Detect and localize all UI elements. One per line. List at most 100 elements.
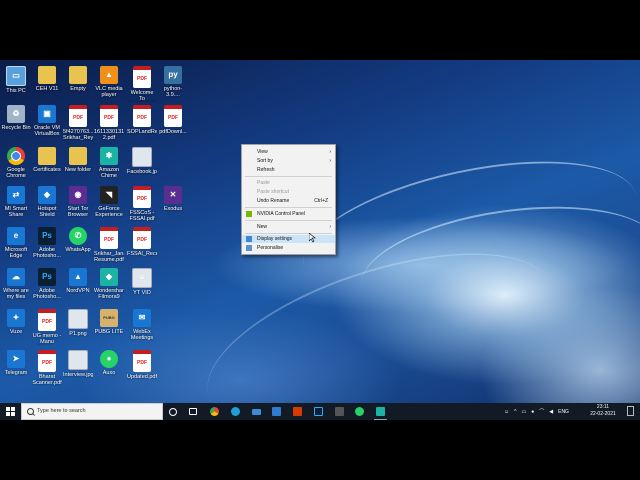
desktop-icon[interactable]: Interview.jpg [63,350,93,378]
volume-icon[interactable]: ◀ [549,409,553,415]
notification-icon[interactable] [627,406,634,416]
image-file-icon [132,147,152,167]
desktop-icon[interactable]: ≡ YT VID [127,268,157,296]
microphone-icon[interactable]: ● [531,409,534,415]
desktop-icon[interactable]: PDF Bharat Scanner.pdf [32,350,62,386]
pdf-file-icon: PDF [38,350,56,372]
webex-icon: ✉ [133,309,151,327]
search-box[interactable]: Type here to search [21,403,163,420]
start-button[interactable] [4,403,16,420]
whatsapp-icon [355,407,364,416]
desktop-icon[interactable]: PDF Welcome To TRANSPORT... [127,66,157,102]
desktop-icon[interactable]: ✉ WebEx Meetings [127,309,157,341]
desktop-icon[interactable]: PDF 1611330131... 2.pdf [94,105,124,141]
search-placeholder: Type here to search [37,408,86,414]
taskbar-chrome[interactable] [208,403,221,420]
menu-item-new[interactable]: New › [242,223,335,231]
menu-item-undo-rename[interactable]: Undo Rename Ctrl+Z [242,197,335,205]
battery-icon[interactable]: ▭ [521,409,526,415]
desktop-icon[interactable]: PDF FSSAI_Recei... [127,227,157,257]
menu-item-display-settings[interactable]: Display settings [242,235,335,243]
language-indicator[interactable]: ENG [558,409,569,415]
desktop-icon[interactable]: ▲ NordVPN [63,268,93,294]
taskbar-whatsapp[interactable] [353,403,366,420]
desktop-icon[interactable]: ◆ Wondershare Filmora9 [94,268,124,300]
image-file-icon [68,309,88,329]
desktop-icon-label: MI Smart Share [4,206,28,218]
desktop-icon[interactable]: Google Chrome [1,147,31,179]
desktop-icon[interactable]: ⇄ MI Smart Share [1,186,31,218]
desktop-icon[interactable]: ▲ VLC media player [94,66,124,98]
desktop-icon[interactable]: PDF Srikhar_Jana Resume.pdf [94,227,124,263]
desktop-icon[interactable]: ✦ Vuze [1,309,31,335]
menu-item-sort-by[interactable]: Sort by › [242,157,335,165]
desktop-icon[interactable]: ◆ Hotspot Shield [32,186,62,218]
desktop-icon[interactable]: PDF Updated.pdf [127,350,157,380]
desktop-icon[interactable]: ▣ Oracle VM VirtualBox [32,105,62,137]
cortana-button[interactable] [167,403,179,420]
desktop-icon[interactable]: PDF FSSCoS - FSSAI.pdf [127,186,157,222]
desktop-icon[interactable]: ✱ Amazon Chime [94,147,124,179]
desktop-icon[interactable]: Ps Adobe Photosho... [32,268,62,300]
desktop-icon[interactable]: ▭ This PC [1,66,31,94]
desktop-icon[interactable]: Facebook.jpg [127,147,157,175]
menu-item-label: Refresh [257,167,275,173]
taskbar-office[interactable] [291,403,304,420]
desktop-icon-label: Recycle Bin [1,125,31,131]
system-clock[interactable]: 23:11 22-02-2021 [588,404,618,418]
virtualbox-icon: ▣ [38,105,56,123]
desktop-icon[interactable]: Empty [63,66,93,92]
network-icon[interactable]: ⌒ [539,408,544,415]
desktop-icon-label: Updated.pdf [127,374,157,380]
taskbar-photoshop[interactable] [312,403,325,420]
desktop-icon-label: Exodus [163,206,183,212]
desktop-icon[interactable]: ➤ Telegram [1,350,31,376]
desktop-icon-label: P1.png [69,331,87,337]
taskbar-store[interactable] [270,403,283,420]
desktop-icon[interactable]: PDF SOPLandRe... [127,105,157,135]
desktop-icon[interactable]: ✕ Exodus [158,186,188,212]
desktop-icon[interactable]: PDF UG memo - Manu Prava... [32,309,62,345]
desktop-icon[interactable]: ◉ Start Tor Browser [63,186,93,218]
people-icon[interactable]: ☺ [504,409,509,415]
desktop-icon-label: Facebook.jpg [127,169,157,175]
desktop-icon[interactable]: ☁ Where are my files [1,268,31,300]
menu-item-nvidia-control-panel[interactable]: NVIDIA Control Panel [242,210,335,218]
menu-item-label: Undo Rename [257,198,290,204]
taskbar-edge[interactable] [229,403,242,420]
desktop-icon[interactable]: PDF 5f4270763... Srikhar_Rey... [63,105,93,141]
desktop-icon[interactable]: Ps Adobe Photosho... [32,227,62,259]
desktop-icon[interactable]: ◥ GeForce Experience [94,186,124,218]
desktop-icon[interactable]: PUBG PUBG LITE [94,309,124,335]
menu-item-label: Paste shortcut [257,189,289,195]
menu-item-label: Display settings [257,236,293,242]
pdf-file-icon: PDF [38,309,56,331]
menu-item-view[interactable]: View › [242,148,335,156]
desktop-icon[interactable]: PDF pdfDownl... [158,105,188,135]
store-icon [272,407,281,416]
taskbar-filmora[interactable] [374,403,387,420]
desktop-icon-label: Google Chrome [6,167,26,179]
tor-icon: ◉ [69,186,87,204]
pdf-file-icon: PDF [133,227,151,249]
desktop-icon[interactable]: py python-3.9.... [158,66,188,98]
desktop-icon[interactable]: P1.png [63,309,93,337]
display-icon [246,236,252,242]
taskbar-mail[interactable] [250,403,263,420]
desktop-icon[interactable]: CEH V11 [32,66,62,92]
menu-item-paste[interactable]: Paste [242,179,335,187]
desktop-icon[interactable]: New folder [63,147,93,173]
task-view-button[interactable] [187,403,199,420]
desktop-icon[interactable]: ✆ WhatsApp [63,227,93,253]
desktop-icon[interactable]: e Microsoft Edge [1,227,31,259]
menu-item-paste-shortcut[interactable]: Paste shortcut [242,188,335,196]
desktop-icon[interactable]: ♻ Recycle Bin [1,105,31,131]
menu-item-personalise[interactable]: Personalise [242,244,335,252]
desktop-icon-label: Telegram [4,370,28,376]
chevron-up-icon[interactable]: ^ [514,409,516,415]
menu-item-refresh[interactable]: Refresh [242,166,335,174]
desktop-icon-label: This PC [6,88,26,94]
taskbar-app[interactable] [333,403,346,420]
desktop-icon[interactable]: ● Auxo [94,350,124,376]
desktop-icon[interactable]: Certificates [32,147,62,173]
